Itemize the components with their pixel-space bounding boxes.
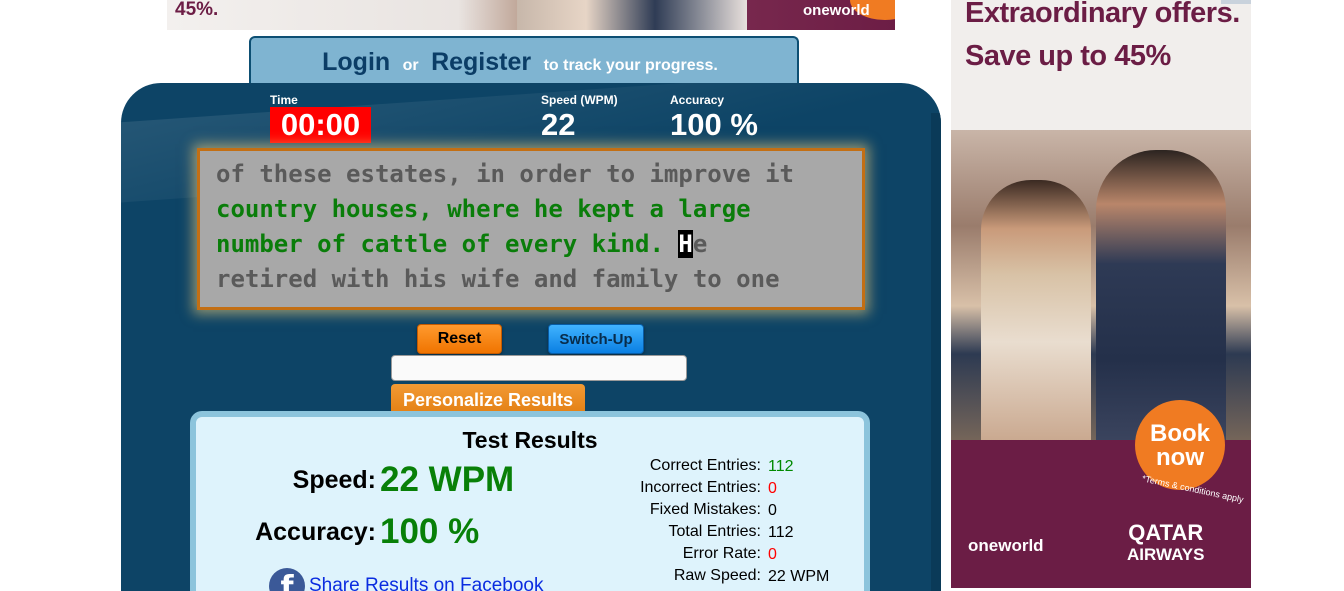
page: 45%. oneworld Login or Register to track… <box>0 0 1344 591</box>
share-facebook-label: Share Results on Facebook <box>309 575 544 591</box>
book-now-line1: Book <box>1150 420 1210 447</box>
result-detail-value: 112 <box>768 458 794 475</box>
result-detail-label: Total Entries: <box>668 523 761 540</box>
side-ad-headline: Extraordinary offers. Save up to 45% <box>965 0 1240 72</box>
result-detail-label: Incorrect Entries: <box>640 479 761 496</box>
test-results-panel: Test Results Speed: 22 WPM Accuracy: 100… <box>190 411 870 591</box>
text-cursor-char: H <box>678 230 693 258</box>
accuracy-value: 100 % <box>670 107 758 142</box>
side-ad[interactable]: Extraordinary offers. Save up to 45% Boo… <box>951 0 1251 588</box>
panel-edge <box>931 113 941 591</box>
airline-logo: QATAR AIRWAYS <box>1127 522 1204 566</box>
top-banner-ad[interactable]: 45%. oneworld <box>167 0 895 30</box>
top-ad-text: 45%. <box>175 0 219 20</box>
airline-line1: QATAR <box>1128 520 1204 545</box>
time-label: Time <box>270 93 298 107</box>
result-speed-value: 22 WPM <box>380 460 515 499</box>
book-now-line2: now <box>1156 444 1204 471</box>
result-detail-label: Correct Entries: <box>649 457 761 474</box>
register-link[interactable]: Register <box>431 48 531 76</box>
result-detail-label: Raw Speed: <box>673 567 761 584</box>
result-detail-value: 22 WPM <box>768 568 830 585</box>
result-speed-label: Speed: <box>292 466 376 494</box>
or-text: or <box>402 57 419 74</box>
result-detail-label: Fixed Mistakes: <box>649 501 761 518</box>
share-facebook-link[interactable]: f Share Results on Facebook <box>269 568 543 591</box>
login-link[interactable]: Login <box>322 48 390 76</box>
text-line-4: retired with his wife and family to one <box>216 265 780 293</box>
speed-value: 22 <box>541 107 576 142</box>
reset-button[interactable]: Reset <box>417 324 502 354</box>
top-ad-photo <box>517 0 747 30</box>
facebook-icon: f <box>269 568 305 591</box>
result-detail-value: 0 <box>768 502 777 519</box>
result-accuracy-value: 100 % <box>380 512 480 551</box>
typing-text-box[interactable]: of these estates, in order to improve it… <box>197 148 865 310</box>
switch-up-button[interactable]: Switch-Up <box>548 324 644 354</box>
speed-label: Speed (WPM) <box>541 93 618 107</box>
text-line-3-rest: e <box>692 230 708 258</box>
login-tab: Login or Register to track your progress… <box>249 36 799 90</box>
accuracy-label: Accuracy <box>670 93 725 107</box>
side-ad-woman-figure <box>981 180 1091 450</box>
result-accuracy-label: Accuracy: <box>255 518 376 546</box>
result-detail-value: 0 <box>768 480 777 497</box>
airline-line2: AIRWAYS <box>1127 545 1205 564</box>
text-line-3-typed: number of cattle of every kind. <box>216 230 679 258</box>
result-detail-value: 112 <box>768 524 794 541</box>
text-line-2-typed: country houses, where he kept a large <box>216 195 751 223</box>
results-title: Test Results <box>462 427 598 453</box>
text-line-3: number of cattle of every kind. He <box>216 227 846 262</box>
side-ad-brand: oneworld <box>968 536 1044 555</box>
result-detail-value: 0 <box>768 546 777 563</box>
result-detail-label: Error Rate: <box>682 545 761 562</box>
track-progress-text: to track your progress. <box>543 57 718 74</box>
top-ad-brand: oneworld <box>803 2 870 19</box>
typing-input[interactable] <box>391 355 687 381</box>
text-line-1: of these estates, in order to improve it <box>216 160 794 188</box>
timer-display: 00:00 <box>270 107 371 143</box>
